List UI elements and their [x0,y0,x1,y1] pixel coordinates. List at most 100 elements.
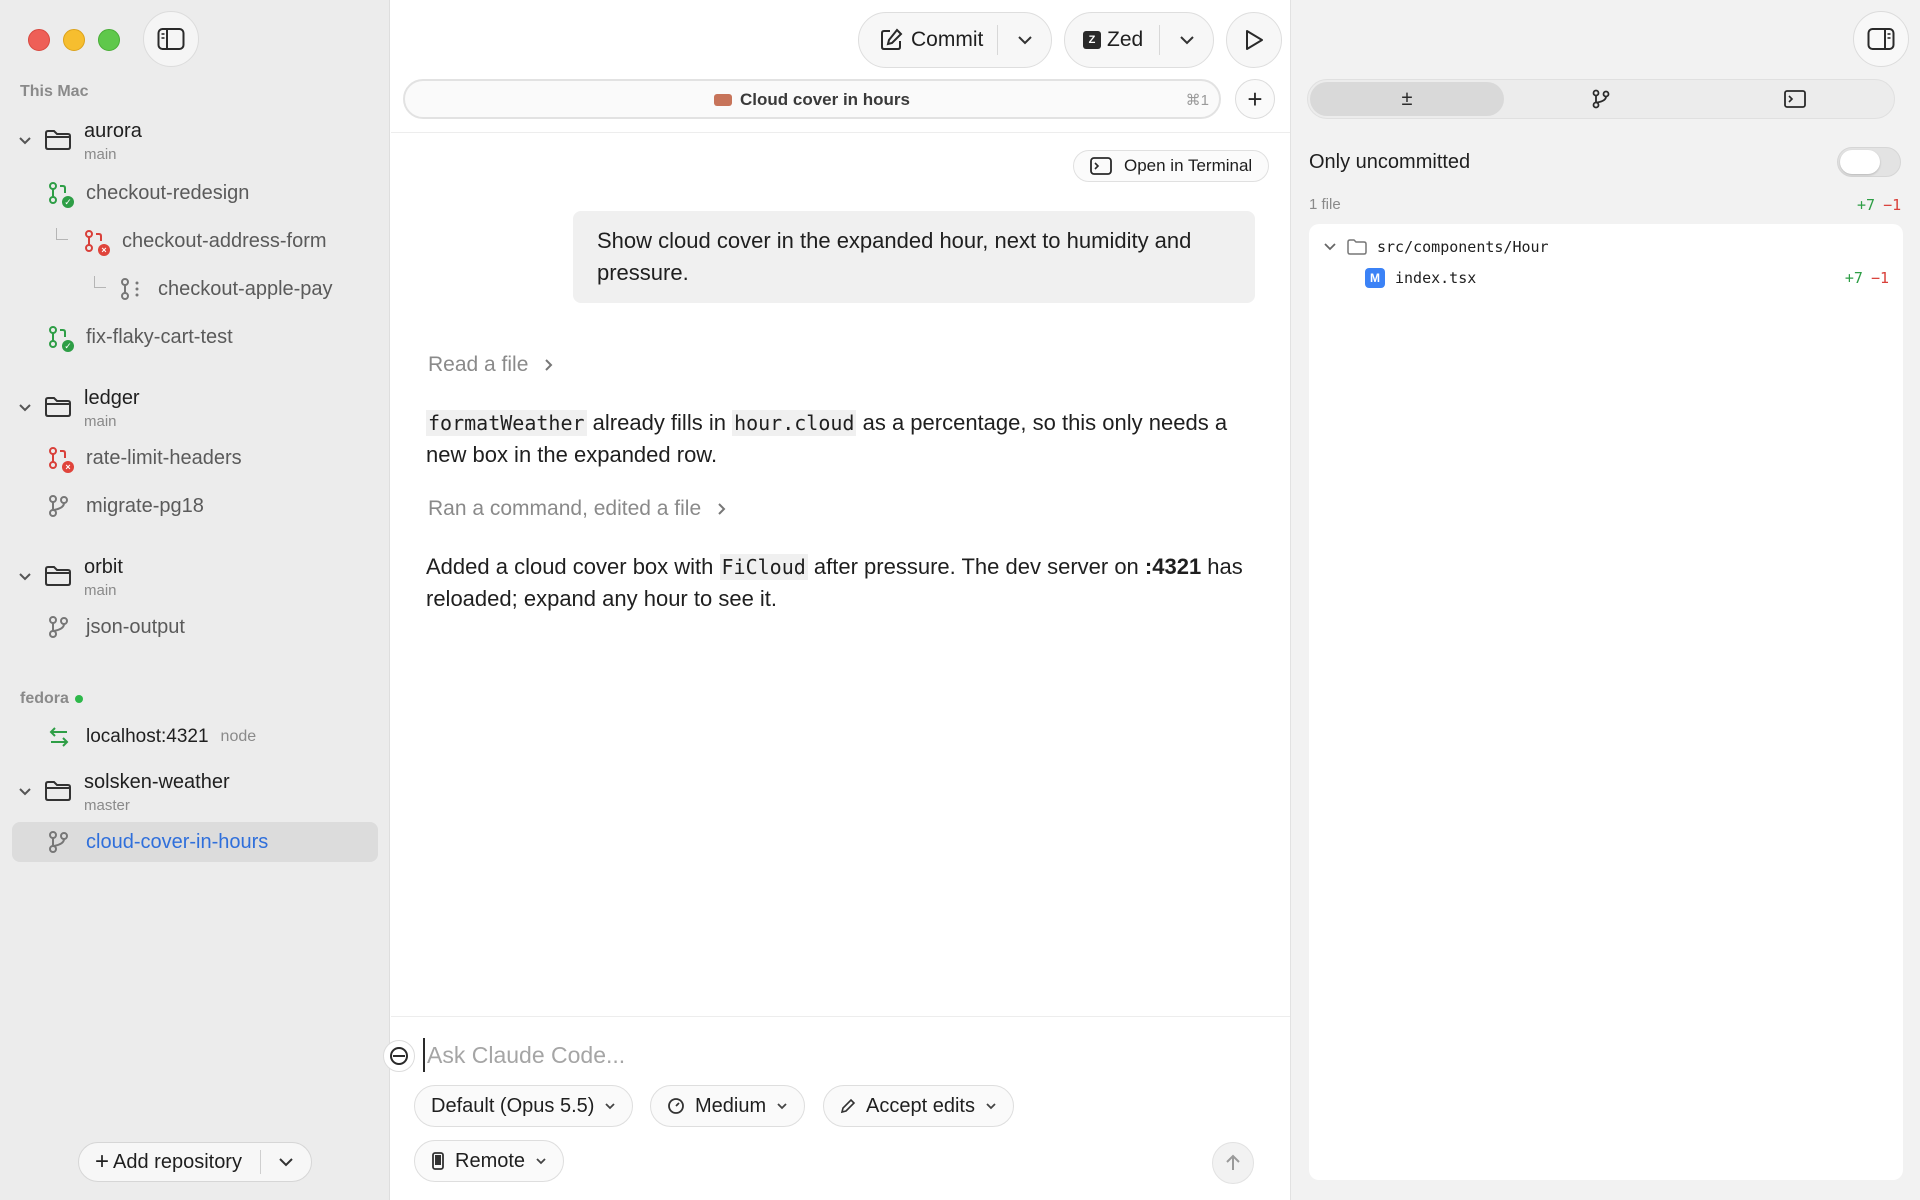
run-button[interactable] [1226,12,1282,68]
tab-branches[interactable] [1504,82,1698,116]
close-window-button[interactable] [28,29,50,51]
pull-request-icon: × [82,228,110,256]
repo-aurora[interactable]: aurora main [0,120,390,164]
circle-minus-icon [390,1047,408,1065]
sidebar-item-localhost[interactable]: localhost:4321 node [46,717,256,757]
folder-icon [45,397,71,417]
toggle-sidebar-button[interactable] [143,11,199,67]
modified-badge-icon: M [1365,268,1385,288]
new-session-button[interactable]: + [1235,79,1275,119]
send-button[interactable] [1212,1142,1254,1184]
plus-icon: + [1247,83,1263,114]
tree-file-row[interactable]: M index.tsx +7 −1 [1309,264,1903,292]
add-repository-control: + Add repository [78,1142,312,1182]
tool-step-read-file[interactable]: Read a file [428,353,554,377]
sidebar-item-checkout-address-form[interactable]: × checkout-address-form [82,221,327,261]
only-uncommitted-toggle[interactable] [1837,147,1901,177]
branch-label: migrate-pg18 [86,494,204,517]
commit-dropdown[interactable] [998,13,1051,67]
open-in-terminal-button[interactable]: Open in Terminal [1073,150,1270,182]
chevron-down-icon[interactable] [18,136,32,146]
tree-connector [56,228,68,240]
toggle-right-panel-button[interactable] [1853,11,1909,67]
sidebar-item-fix-flaky-cart-test[interactable]: ✓ fix-flaky-cart-test [46,317,233,357]
sidebar-item-rate-limit-headers[interactable]: × rate-limit-headers [46,438,242,478]
pull-request-icon: ✓ [46,180,74,208]
panel-tabs: ± [1307,79,1895,119]
total-diffstat: +7 −1 [1857,196,1901,214]
sidebar-item-cloud-cover-in-hours[interactable]: cloud-cover-in-hours [46,822,268,862]
file-count: 1 file [1309,196,1341,213]
window-controls [28,29,120,51]
toggle-knob [1840,150,1880,174]
chevron-down-icon [1017,36,1032,45]
model-select[interactable]: Default (Opus 5.5) [414,1085,634,1127]
terminal-icon [1784,90,1806,108]
chevron-down-icon[interactable] [18,403,32,413]
model-label: Default (Opus 5.5) [431,1094,595,1117]
sidebar-left-icon [157,28,185,50]
pull-request-icon: ✓ [46,324,74,352]
divider [391,1016,1290,1017]
prompt-input[interactable] [423,1038,1223,1072]
sidebar-item-migrate-pg18[interactable]: migrate-pg18 [46,486,204,526]
commit-label: Commit [911,28,984,51]
permission-label: Accept edits [866,1094,975,1117]
add-repository-button[interactable]: + Add repository [79,1143,260,1181]
gauge-icon [668,1098,684,1114]
step-label: Ran a command, edited a file [428,497,702,520]
tree-dir-row[interactable]: src/components/Hour [1309,233,1903,261]
permission-select[interactable]: Accept edits [823,1085,1014,1127]
user-message: Show cloud cover in the expanded hour, n… [573,211,1255,303]
zed-logo-icon: Z [1083,31,1101,49]
repo-branch: main [84,146,117,163]
minimize-window-button[interactable] [63,29,85,51]
error-badge-icon: × [62,461,74,473]
folder-icon [45,566,71,586]
plus-icon: + [95,1148,110,1175]
branch-label: checkout-address-form [122,229,327,252]
tool-step-command-edit[interactable]: Ran a command, edited a file [428,497,727,521]
tab-title: Cloud cover in hours [739,90,911,109]
repo-ledger[interactable]: ledger main [0,387,390,431]
tab-diff[interactable]: ± [1310,82,1504,116]
sidebar-item-json-output[interactable]: json-output [46,607,185,647]
add-repository-dropdown[interactable] [261,1157,311,1167]
chevron-down-icon [605,1103,616,1110]
editor-dropdown[interactable] [1160,13,1213,67]
chevron-down-icon [536,1158,546,1165]
git-branch-icon [46,829,72,855]
sidebar-item-checkout-apple-pay[interactable]: checkout-apple-pay [118,269,333,309]
text: after pressure. The dev server on [807,554,1145,579]
pencil-icon [840,1098,856,1114]
chevron-down-icon [1324,243,1336,251]
repo-name: aurora [84,120,142,142]
commit-button[interactable]: Commit [859,13,997,67]
repo-orbit[interactable]: orbit main [0,556,390,600]
repo-branch: master [84,797,130,814]
chevron-down-icon[interactable] [18,572,32,582]
sidebar: This Mac aurora main ✓ checkout-redesign… [0,0,390,1200]
chevron-down-icon[interactable] [18,787,32,797]
sidebar-item-checkout-redesign[interactable]: ✓ checkout-redesign [46,173,249,213]
zoom-window-button[interactable] [98,29,120,51]
git-branch-icon [46,614,72,640]
play-icon [1246,30,1263,50]
tab-terminal[interactable] [1698,82,1892,116]
text: already fills in [586,410,733,435]
branch-label: checkout-redesign [86,181,250,204]
session-tab[interactable]: Cloud cover in hours ⌘1 [403,79,1221,119]
environment-select[interactable]: Remote [414,1140,565,1182]
mode-toggle-button[interactable] [383,1040,415,1072]
open-in-editor-button[interactable]: Z Zed [1065,13,1159,67]
commit-control: Commit [858,12,1052,68]
tab-shortcut: ⌘1 [1185,92,1209,109]
repo-solsken-weather[interactable]: solsken-weather master [0,771,390,815]
plus-minus-icon: ± [1401,87,1413,110]
effort-select[interactable]: Medium [650,1085,806,1127]
host-name: fedora [20,690,69,707]
changed-files-tree: src/components/Hour M index.tsx +7 −1 [1309,224,1903,1180]
chevron-right-icon [545,359,553,371]
terminal-icon [1090,157,1112,175]
branch-label: rate-limit-headers [86,446,242,469]
